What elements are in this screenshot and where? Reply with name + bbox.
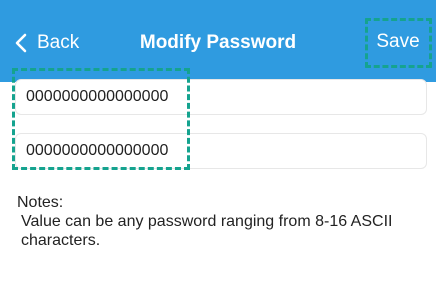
chevron-left-icon xyxy=(15,33,27,53)
save-button[interactable]: Save xyxy=(365,18,432,68)
confirm-password-field[interactable] xyxy=(15,133,427,169)
navigation-bar: Back Modify Password Save xyxy=(0,0,436,82)
password-field[interactable] xyxy=(15,79,427,115)
save-label: Save xyxy=(376,31,420,52)
notes-section: Notes: Value can be any password ranging… xyxy=(17,193,427,250)
notes-body: Value can be any password ranging from 8… xyxy=(21,213,393,249)
password-input[interactable] xyxy=(16,79,426,115)
back-label: Back xyxy=(37,32,80,53)
notes-heading: Notes: xyxy=(17,194,64,211)
back-button[interactable]: Back xyxy=(14,26,79,60)
confirm-password-input[interactable] xyxy=(16,133,426,169)
